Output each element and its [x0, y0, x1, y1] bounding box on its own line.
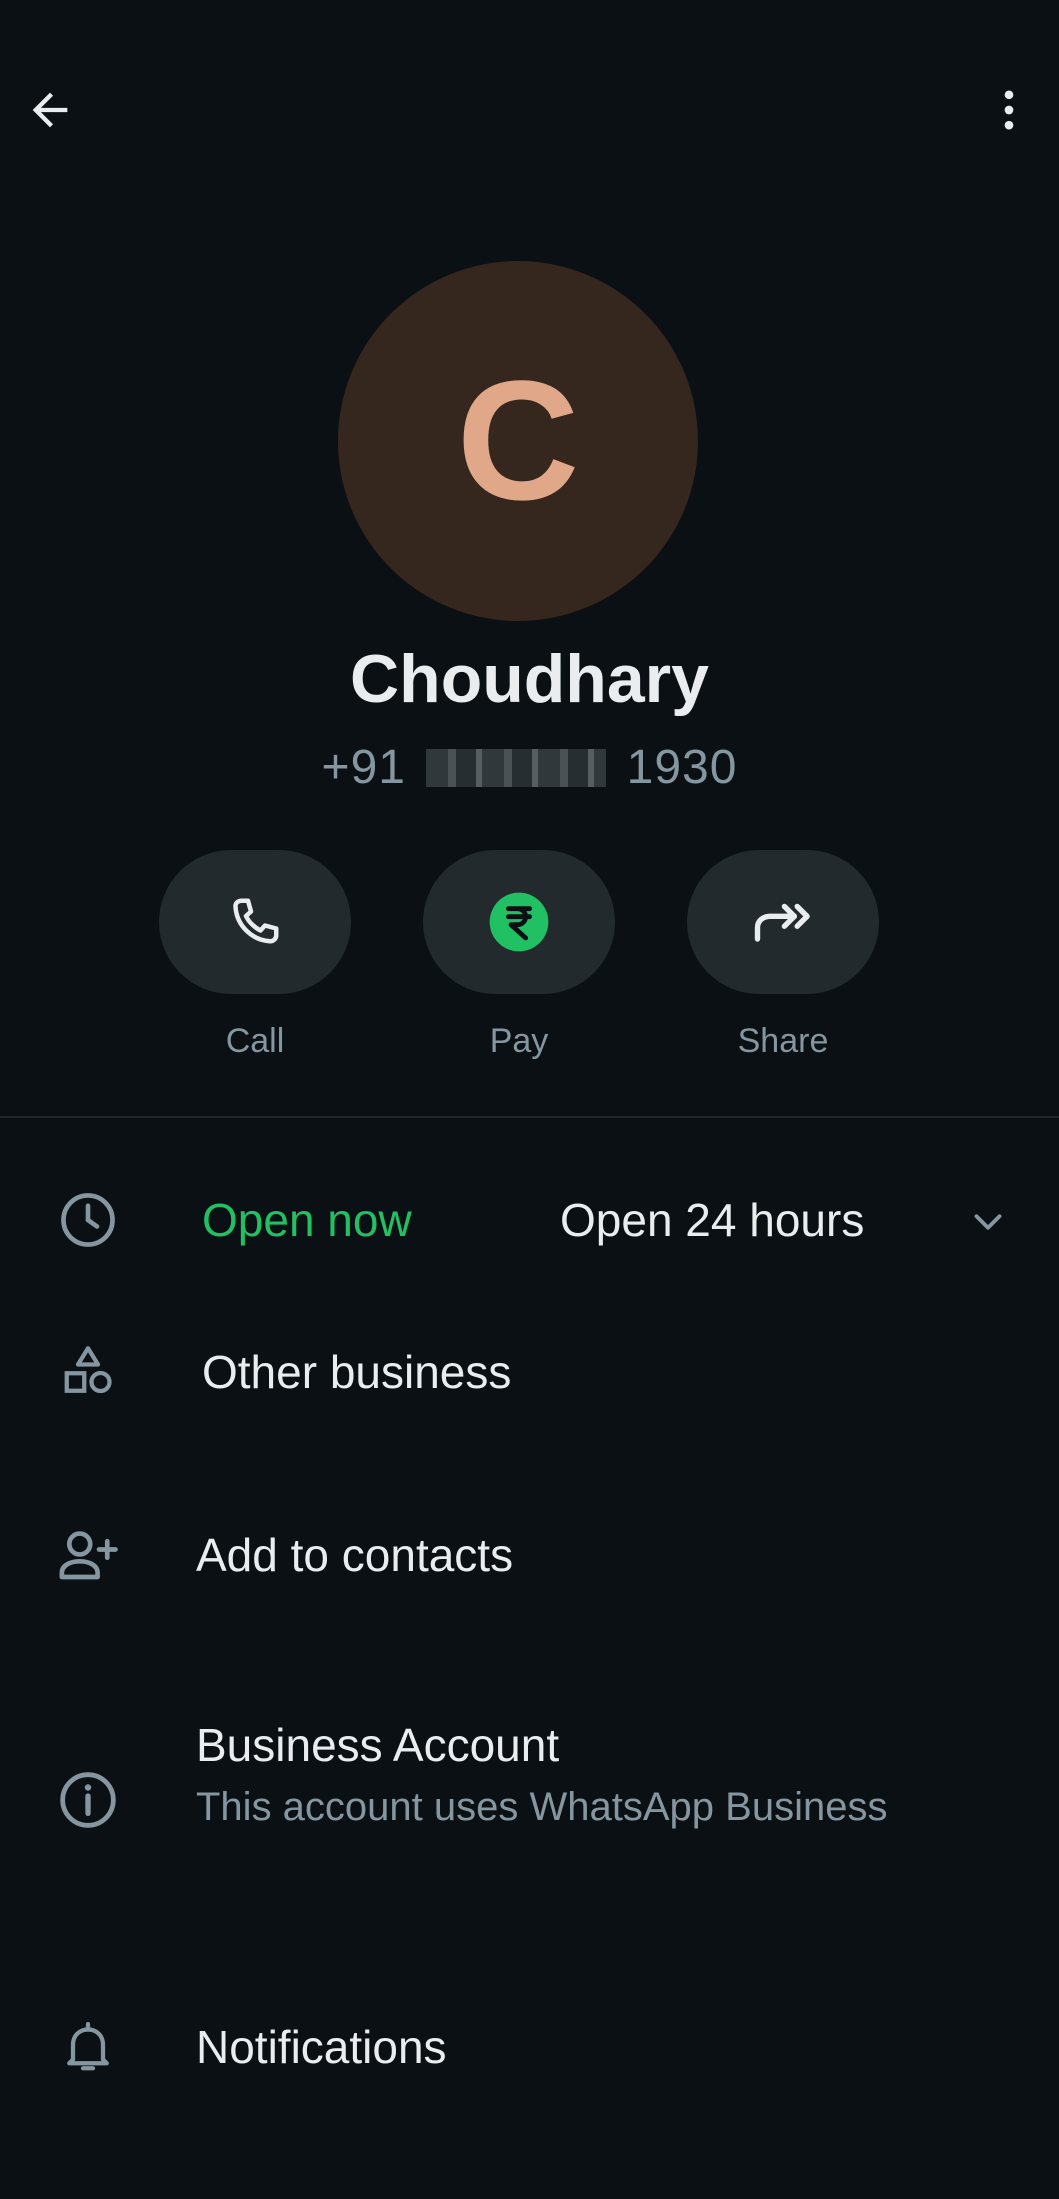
pay-button[interactable] [423, 850, 615, 994]
share-label: Share [737, 1022, 829, 1060]
action-buttons: Call Pay Share [0, 850, 1059, 1080]
notifications-label: Notifications [196, 2021, 447, 2073]
bell-icon [52, 2011, 124, 2083]
pay-action[interactable]: Pay [423, 850, 615, 1061]
add-to-contacts-label: Add to contacts [196, 1529, 514, 1581]
rupee-icon [489, 892, 549, 952]
open-hours: Open 24 hours [560, 1194, 865, 1246]
contact-name: Choudhary [350, 641, 709, 717]
call-button[interactable] [159, 850, 351, 994]
back-button[interactable] [20, 80, 80, 140]
top-bar [0, 0, 1059, 220]
business-account-title: Business Account [196, 1719, 560, 1771]
share-action[interactable]: Share [687, 850, 879, 1061]
more-vert-icon [1004, 90, 1014, 130]
avatar[interactable]: C [338, 261, 698, 621]
expand-hours-button[interactable] [960, 1194, 1016, 1250]
pay-label: Pay [489, 1022, 549, 1060]
category-row: Other business [0, 1332, 1059, 1412]
section-divider [0, 1116, 1059, 1118]
phone-redaction [426, 749, 607, 787]
add-to-contacts-row[interactable]: Add to contacts [0, 1515, 1059, 1595]
shapes-icon [52, 1336, 124, 1408]
share-icon [754, 903, 810, 942]
open-status: Open now [202, 1194, 412, 1246]
chevron-down-icon [974, 1214, 1002, 1230]
business-account-row[interactable]: Business Account This account uses Whats… [0, 1710, 1059, 1890]
add-person-icon [52, 1519, 124, 1591]
phone-icon [233, 898, 279, 944]
info-icon [52, 1764, 124, 1836]
avatar-letter: C [456, 346, 580, 536]
more-options-button[interactable] [979, 80, 1039, 140]
call-label: Call [225, 1022, 285, 1060]
notifications-row[interactable]: Notifications [0, 2007, 1059, 2087]
back-arrow-icon [32, 92, 68, 128]
phone-prefix: +91 [321, 741, 406, 794]
clock-icon [52, 1184, 124, 1256]
phone-number: +91 1930 [0, 740, 1059, 795]
business-account-description: This account uses WhatsApp Business [196, 1785, 888, 1829]
business-hours-row[interactable]: Open now Open 24 hours [0, 1180, 1059, 1260]
call-action[interactable]: Call [159, 850, 351, 1061]
phone-suffix: 1930 [626, 741, 738, 794]
share-button[interactable] [687, 850, 879, 994]
business-category: Other business [202, 1346, 512, 1398]
